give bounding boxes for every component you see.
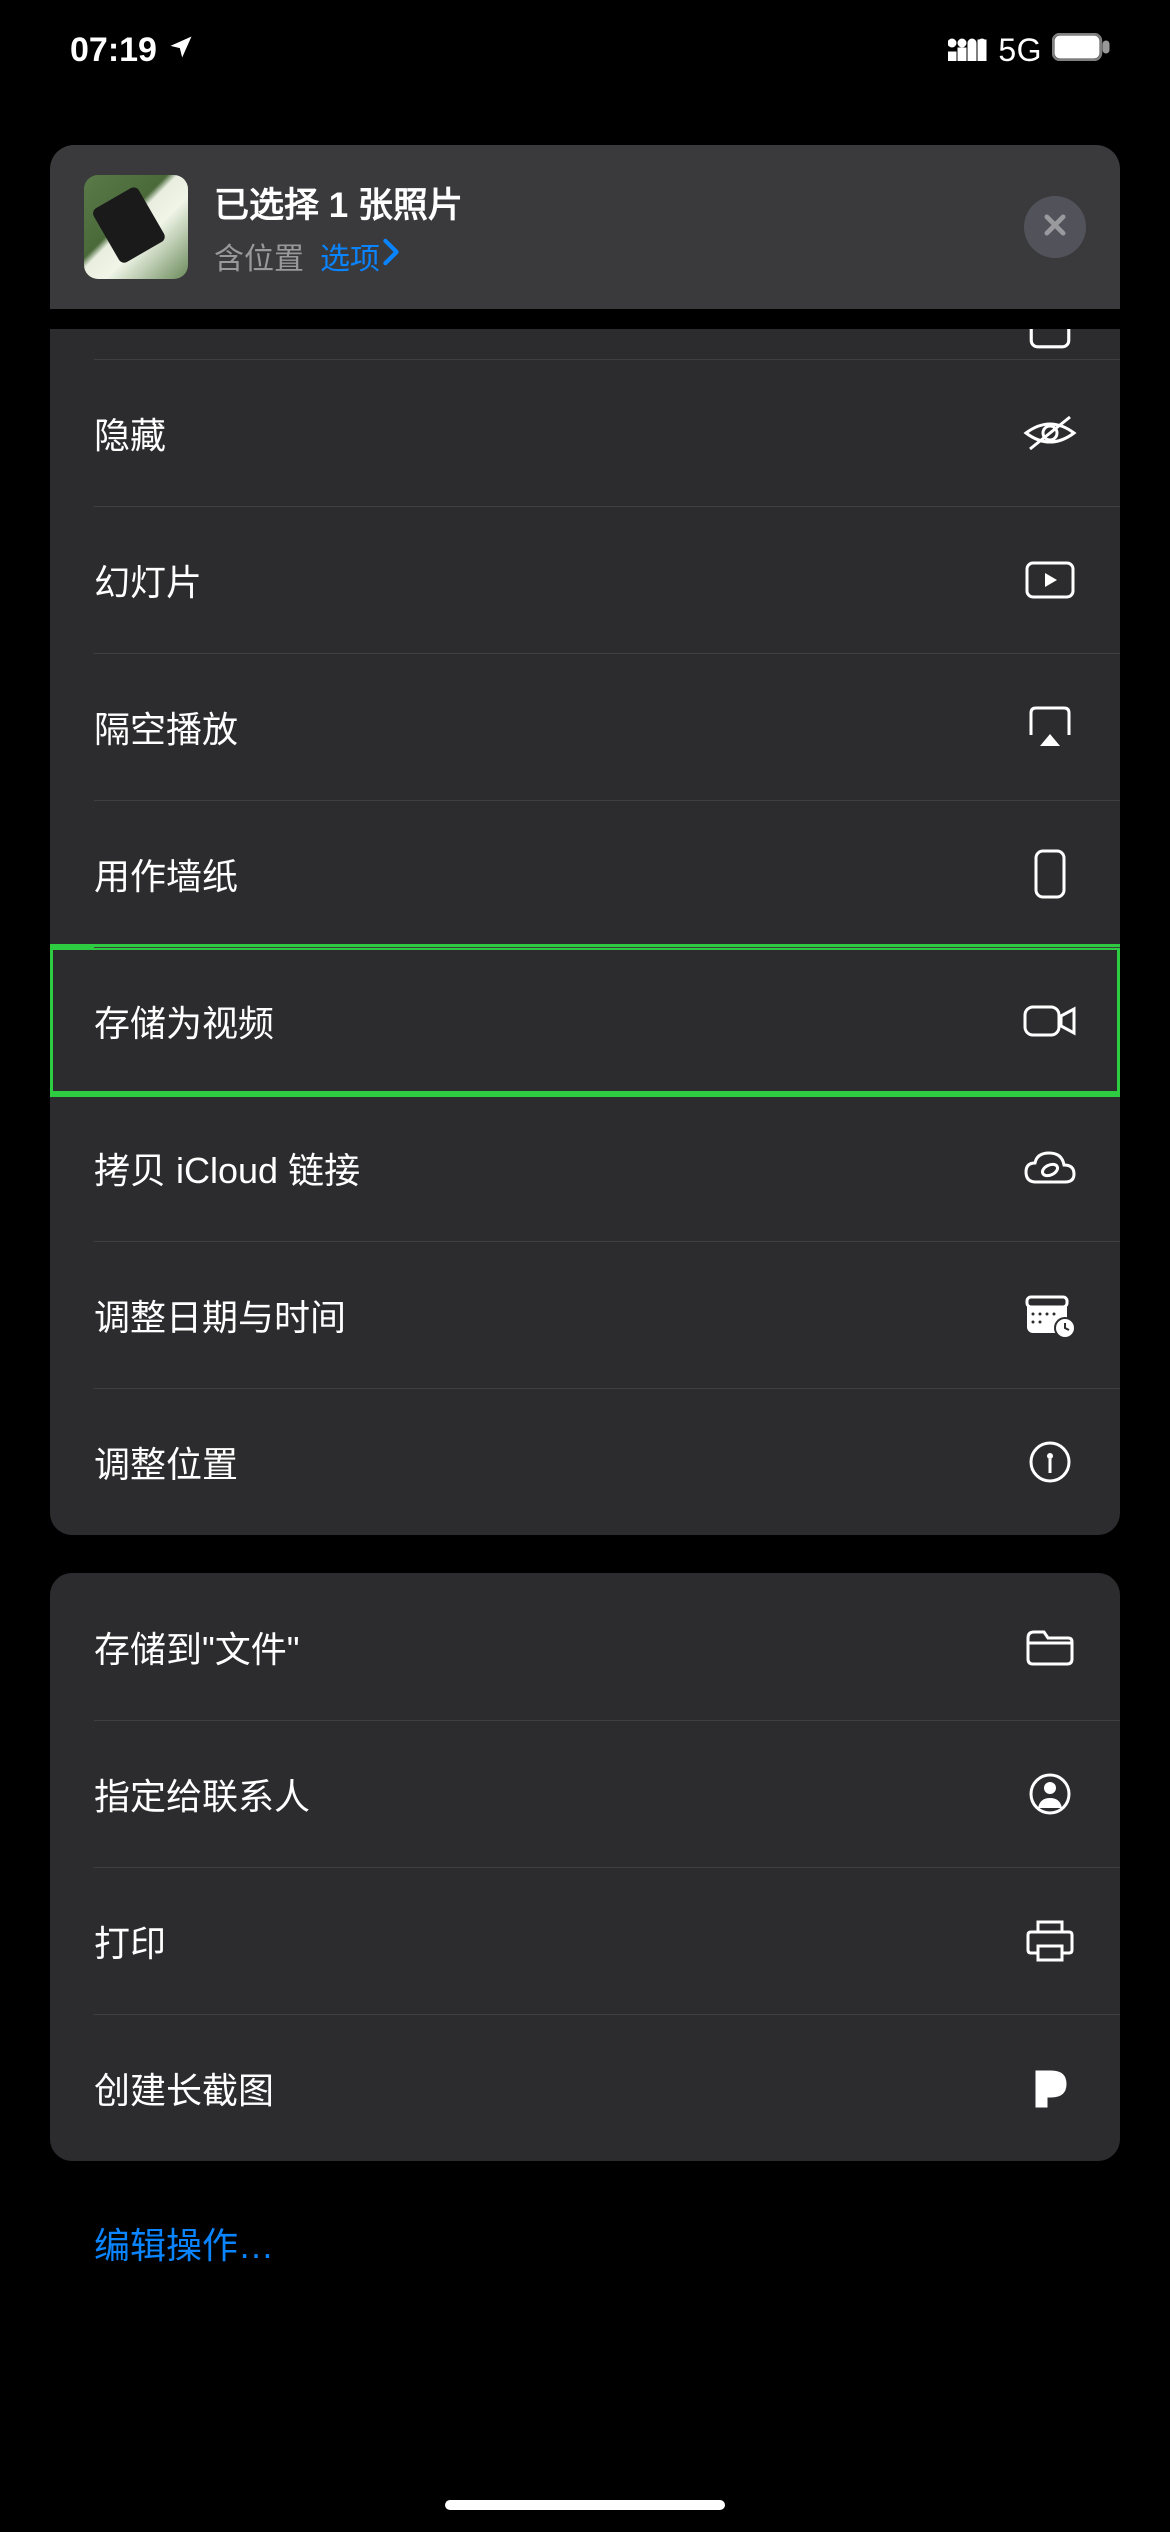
action-label: 隔空播放 (94, 701, 238, 753)
action-label: 打印 (94, 1915, 166, 1967)
action-save-as-video[interactable]: 存储为视频 (50, 947, 1120, 1094)
actions-group-2: 存储到"文件" 指定给联系人 打印 创建长截图 (50, 1573, 1120, 2161)
video-icon (1022, 993, 1078, 1049)
action-save-to-files[interactable]: 存储到"文件" (50, 1573, 1120, 1720)
person-circle-icon (1022, 1766, 1078, 1822)
play-rectangle-icon (1022, 552, 1078, 608)
cellular-signal-icon (948, 31, 988, 70)
location-circle-icon (1022, 1434, 1078, 1490)
status-time: 07:19 (70, 31, 157, 70)
status-bar: 07:19 5G (0, 0, 1170, 100)
action-label: 指定给联系人 (94, 1768, 310, 1820)
action-adjust-date-time[interactable]: 调整日期与时间 (50, 1241, 1120, 1388)
action-copy-icloud-link[interactable]: 拷贝 iCloud 链接 (50, 1094, 1120, 1241)
share-sheet: 已选择 1 张照片 含位置 选项 (50, 145, 1120, 2532)
sheet-header: 已选择 1 张照片 含位置 选项 (50, 145, 1120, 309)
photo-thumbnail[interactable] (84, 175, 188, 279)
p-app-icon (1022, 2060, 1078, 2116)
action-label: 幻灯片 (94, 554, 202, 606)
header-text-block: 已选择 1 张照片 含位置 选项 (214, 177, 463, 278)
action-adjust-location[interactable]: 调整位置 (50, 1388, 1120, 1535)
location-arrow-icon (167, 31, 195, 70)
action-slideshow[interactable]: 幻灯片 (50, 506, 1120, 653)
selection-title: 已选择 1 张照片 (214, 177, 463, 228)
calendar-clock-icon (1022, 1287, 1078, 1343)
action-wallpaper[interactable]: 用作墙纸 (50, 800, 1120, 947)
printer-icon (1022, 1913, 1078, 1969)
options-link[interactable]: 选项 (320, 234, 400, 278)
action-assign-to-contact[interactable]: 指定给联系人 (50, 1720, 1120, 1867)
status-left: 07:19 (70, 31, 195, 70)
action-create-long-screenshot[interactable]: 创建长截图 (50, 2014, 1120, 2161)
partial-row-above[interactable] (50, 329, 1120, 359)
home-indicator[interactable] (445, 2500, 725, 2510)
action-airplay[interactable]: 隔空播放 (50, 653, 1120, 800)
actions-group-1: 隐藏 幻灯片 隔空播放 用作墙纸 (50, 329, 1120, 1535)
network-type: 5G (998, 32, 1042, 69)
eye-slash-icon (1022, 405, 1078, 461)
action-label: 创建长截图 (94, 2062, 274, 2114)
status-right: 5G (948, 31, 1110, 70)
action-label: 用作墙纸 (94, 848, 238, 900)
close-button[interactable] (1024, 196, 1086, 258)
airplay-icon (1022, 699, 1078, 755)
action-hide[interactable]: 隐藏 (50, 359, 1120, 506)
battery-icon (1052, 31, 1110, 70)
edit-actions-label: 编辑操作… (94, 2225, 274, 2266)
action-label: 存储为视频 (94, 995, 274, 1047)
icloud-link-icon (1022, 1140, 1078, 1196)
close-icon (1041, 211, 1069, 244)
action-label: 调整位置 (94, 1436, 238, 1488)
action-print[interactable]: 打印 (50, 1867, 1120, 2014)
location-included-label: 含位置 (214, 234, 304, 278)
edit-actions-link[interactable]: 编辑操作… (50, 2199, 1120, 2287)
options-label: 选项 (320, 234, 380, 278)
iphone-icon (1022, 846, 1078, 902)
action-label: 调整日期与时间 (94, 1289, 346, 1341)
folder-icon (1022, 1619, 1078, 1675)
action-label: 隐藏 (94, 407, 166, 459)
partial-icon (1022, 329, 1078, 353)
chevron-right-icon (382, 238, 400, 274)
action-label: 拷贝 iCloud 链接 (94, 1142, 360, 1194)
action-label: 存储到"文件" (94, 1621, 300, 1673)
